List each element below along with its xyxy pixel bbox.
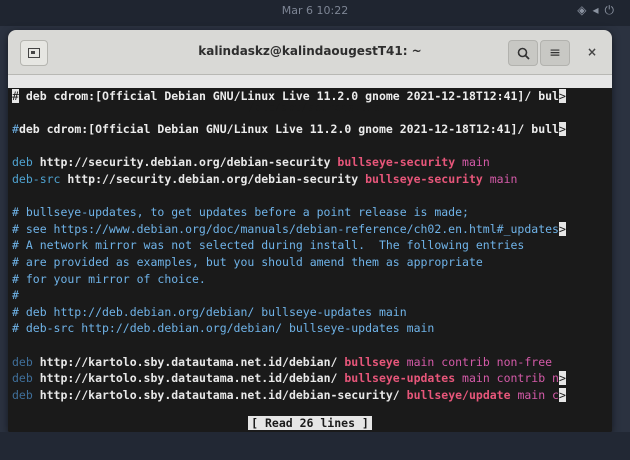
clock[interactable]: Mar 6 10:22 bbox=[0, 4, 630, 17]
line-overflow-marker: > bbox=[558, 89, 566, 103]
network-icon[interactable]: ◈ bbox=[577, 3, 592, 17]
hamburger-icon: ≡ bbox=[549, 45, 561, 61]
comment-text: # are provided as examples, but you shou… bbox=[12, 255, 483, 269]
status-message: [ Read 26 lines ] bbox=[248, 416, 372, 430]
line-overflow-marker: > bbox=[558, 122, 566, 137]
line-text: deb cdrom:[Official Debian GNU/Linux Liv… bbox=[18, 122, 559, 137]
comment-text: # see https://www.debian.org/doc/manuals… bbox=[12, 221, 559, 236]
comment-text: # deb-src http://deb.debian.org/debian/ … bbox=[12, 321, 435, 336]
close-button[interactable]: × bbox=[582, 40, 602, 64]
repo-url: http://security.debian.org/debian-securi… bbox=[60, 172, 366, 186]
line-overflow-marker: > bbox=[558, 371, 566, 386]
comment-text: # A network mirror was not selected duri… bbox=[12, 238, 525, 253]
comment-text: # deb http://deb.debian.org/debian/ bull… bbox=[12, 304, 407, 319]
desktop-background bbox=[0, 432, 630, 460]
system-tray[interactable]: ◈◂⏻ bbox=[577, 3, 620, 18]
line-text: deb cdrom:[Official Debian GNU/Linux Liv… bbox=[18, 89, 559, 103]
components: main contrib n bbox=[455, 371, 559, 386]
source-type: deb bbox=[12, 387, 33, 402]
editor-line[interactable]: deb http://security.debian.org/debian-se… bbox=[12, 155, 490, 170]
components: main bbox=[482, 172, 518, 186]
components: main c bbox=[510, 387, 559, 402]
editor-line[interactable]: # see https://www.debian.org/doc/manuals… bbox=[12, 221, 566, 237]
source-type: deb bbox=[12, 354, 33, 369]
components: main bbox=[455, 155, 490, 170]
repo-url: http://security.debian.org/debian-securi… bbox=[32, 155, 338, 170]
comment-hash: # bbox=[12, 122, 19, 137]
search-button[interactable] bbox=[508, 40, 538, 66]
suite-name: bullseye-security bbox=[337, 155, 456, 170]
repo-url: http://kartolo.sby.datautama.net.id/debi… bbox=[32, 387, 407, 402]
title-bar[interactable]: kalindaskz@kalindaougestT41: ~ ≡ × bbox=[8, 30, 612, 75]
editor-line[interactable]: # A network mirror was not selected duri… bbox=[12, 238, 524, 253]
editor-line[interactable]: deb-src http://security.debian.org/debia… bbox=[12, 172, 517, 187]
line-overflow-marker: > bbox=[558, 387, 566, 402]
source-type: deb-src bbox=[12, 172, 61, 186]
editor-line[interactable]: # are provided as examples, but you shou… bbox=[12, 255, 483, 270]
source-type: deb bbox=[12, 371, 33, 386]
editor-line[interactable]: # for your mirror of choice. bbox=[12, 272, 206, 287]
comment-text: # bullseye-updates, to get updates befor… bbox=[12, 205, 469, 220]
suite-name: bullseye-security bbox=[365, 172, 483, 186]
close-icon: × bbox=[586, 45, 598, 59]
repo-url: http://kartolo.sby.datautama.net.id/debi… bbox=[32, 371, 345, 386]
editor-line[interactable]: deb http://kartolo.sby.datautama.net.id/… bbox=[12, 387, 566, 403]
line-overflow-marker: > bbox=[558, 221, 566, 236]
power-icon[interactable]: ⏻ bbox=[605, 3, 621, 17]
editor-line[interactable]: # deb cdrom:[Official Debian GNU/Linux L… bbox=[12, 89, 566, 104]
editor-line[interactable]: # bullseye-updates, to get updates befor… bbox=[12, 205, 469, 220]
nano-header: GNU nano 5.4 /etc/apt/sources.list bbox=[8, 75, 612, 114]
comment-text: # for your mirror of choice. bbox=[12, 271, 206, 286]
suite-name: bullseye bbox=[344, 354, 400, 369]
status-line: [ Read 26 lines ] bbox=[8, 416, 612, 430]
suite-name: bullseye-updates bbox=[344, 371, 456, 386]
nano-editor[interactable]: GNU nano 5.4 /etc/apt/sources.list # deb… bbox=[8, 75, 612, 432]
repo-url: http://kartolo.sby.datautama.net.id/debi… bbox=[32, 354, 345, 369]
editor-line[interactable]: deb http://kartolo.sby.datautama.net.id/… bbox=[12, 371, 566, 386]
volume-icon[interactable]: ◂ bbox=[592, 3, 604, 17]
editor-line[interactable]: #deb cdrom:[Official Debian GNU/Linux Li… bbox=[12, 122, 566, 137]
editor-line[interactable]: deb http://kartolo.sby.datautama.net.id/… bbox=[12, 355, 552, 370]
terminal-window: kalindaskz@kalindaougestT41: ~ ≡ × GNU n… bbox=[8, 30, 612, 432]
editor-line[interactable]: # bbox=[12, 288, 19, 303]
menu-button[interactable]: ≡ bbox=[540, 40, 570, 66]
text-cursor: # bbox=[12, 89, 19, 103]
top-bar: Mar 6 10:22 ◈◂⏻ bbox=[0, 0, 630, 26]
editor-line[interactable]: # deb-src http://deb.debian.org/debian/ … bbox=[12, 321, 434, 336]
comment-text: # bbox=[12, 288, 19, 303]
search-icon bbox=[517, 47, 530, 60]
editor-line[interactable]: # deb http://deb.debian.org/debian/ bull… bbox=[12, 305, 407, 320]
components: main contrib non-free bbox=[399, 354, 553, 369]
source-type: deb bbox=[12, 155, 33, 170]
suite-name: bullseye/update bbox=[406, 387, 511, 402]
